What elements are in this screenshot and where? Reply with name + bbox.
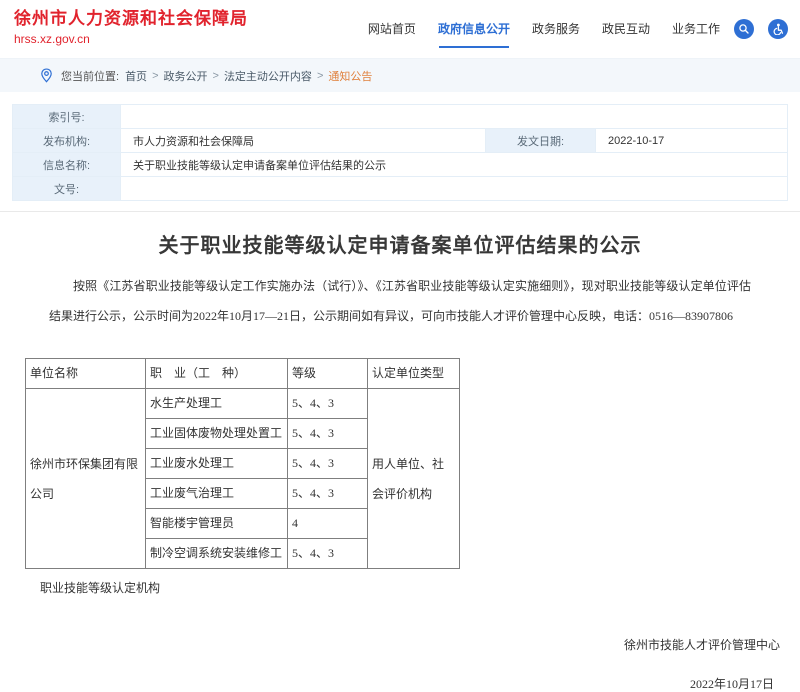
level-cell: 5、4、3: [288, 539, 368, 569]
occupation-cell: 工业废气治理工: [146, 479, 288, 509]
occupation-cell: 制冷空调系统安装维修工: [146, 539, 288, 569]
occupation-cell: 水生产处理工: [146, 389, 288, 419]
level-cell: 5、4、3: [288, 419, 368, 449]
nav-item-services[interactable]: 政务服务: [532, 20, 580, 39]
signature-org: 徐州市技能人才评价管理中心: [0, 636, 800, 653]
signature-date: 2022年10月17日: [0, 675, 800, 692]
nav-item-business[interactable]: 业务工作: [672, 20, 720, 39]
breadcrumb-item-notices[interactable]: 通知公告: [328, 68, 372, 84]
breadcrumb-item-gov-open[interactable]: 政务公开: [164, 68, 208, 84]
meta-publisher-value: 市人力资源和社会保障局: [121, 129, 486, 153]
document-meta: 索引号: 发布机构: 市人力资源和社会保障局 发文日期: 2022-10-17 …: [0, 92, 800, 201]
site-header: 徐州市人力资源和社会保障局 hrss.xz.gov.cn 网站首页 政府信息公开…: [0, 0, 800, 58]
search-icon: [738, 23, 750, 35]
meta-table: 索引号: 发布机构: 市人力资源和社会保障局 发文日期: 2022-10-17 …: [12, 104, 788, 201]
meta-publisher-label: 发布机构:: [13, 129, 121, 153]
occupation-cell: 工业废水处理工: [146, 449, 288, 479]
unit-name-cell: 徐州市环保集团有限公司: [26, 389, 146, 569]
level-cell: 5、4、3: [288, 389, 368, 419]
meta-row-index: 索引号:: [13, 105, 788, 129]
level-cell: 4: [288, 509, 368, 539]
level-cell: 5、4、3: [288, 449, 368, 479]
table-row: 徐州市环保集团有限公司 水生产处理工 5、4、3 用人单位、社会评价机构: [26, 389, 460, 419]
meta-docnum-label: 文号:: [13, 177, 121, 201]
col-header-unit-name: 单位名称: [26, 359, 146, 389]
accessibility-icon: [772, 23, 784, 35]
article-title: 关于职业技能等级认定申请备案单位评估结果的公示: [40, 229, 760, 258]
breadcrumb-prefix: 您当前位置:: [61, 68, 119, 84]
unit-type-cell: 用人单位、社会评价机构: [368, 389, 460, 569]
meta-date-label: 发文日期:: [486, 129, 596, 153]
top-nav: 网站首页 政府信息公开 政务服务 政民互动 业务工作: [346, 0, 788, 58]
nav-item-interaction[interactable]: 政民互动: [602, 20, 650, 39]
site-name: 徐州市人力资源和社会保障局: [14, 9, 248, 29]
location-pin-icon: [40, 68, 53, 83]
breadcrumb: 您当前位置: 首页 > 政务公开 > 法定主动公开内容 > 通知公告: [0, 58, 800, 92]
meta-date-value: 2022-10-17: [596, 129, 788, 153]
site-brand: 徐州市人力资源和社会保障局 hrss.xz.gov.cn: [14, 9, 248, 46]
table-header-row: 单位名称 职 业（工 种） 等级 认定单位类型: [26, 359, 460, 389]
nav-item-gov-info[interactable]: 政府信息公开: [438, 20, 510, 39]
meta-row-docnum: 文号:: [13, 177, 788, 201]
search-button[interactable]: [734, 19, 754, 39]
occupation-cell: 智能楼宇管理员: [146, 509, 288, 539]
meta-name-value: 关于职业技能等级认定申请备案单位评估结果的公示: [121, 153, 788, 177]
occupation-cell: 工业固体废物处理处置工: [146, 419, 288, 449]
meta-name-label: 信息名称:: [13, 153, 121, 177]
breadcrumb-separator: >: [152, 70, 158, 82]
accessibility-button[interactable]: [768, 19, 788, 39]
site-url: hrss.xz.gov.cn: [14, 32, 248, 46]
meta-index-value: [121, 105, 788, 129]
col-header-occupation: 职 业（工 种）: [146, 359, 288, 389]
table-note: 职业技能等级认定机构: [40, 579, 800, 596]
level-cell: 5、4、3: [288, 479, 368, 509]
meta-index-label: 索引号:: [13, 105, 121, 129]
breadcrumb-separator: >: [213, 70, 219, 82]
col-header-level: 等级: [288, 359, 368, 389]
breadcrumb-separator: >: [317, 70, 323, 82]
breadcrumb-item-home[interactable]: 首页: [125, 68, 147, 84]
article-paragraph: 按照《江苏省职业技能等级认定工作实施办法（试行）》、《江苏省职业技能等级认定实施…: [49, 271, 751, 331]
nav-item-home[interactable]: 网站首页: [368, 20, 416, 39]
meta-row-name: 信息名称: 关于职业技能等级认定申请备案单位评估结果的公示: [13, 153, 788, 177]
article: 关于职业技能等级认定申请备案单位评估结果的公示 按照《江苏省职业技能等级认定工作…: [0, 211, 800, 692]
signature-block: 徐州市技能人才评价管理中心 2022年10月17日: [0, 636, 800, 692]
assessment-table: 单位名称 职 业（工 种） 等级 认定单位类型 徐州市环保集团有限公司 水生产处…: [25, 358, 460, 569]
col-header-unit-type: 认定单位类型: [368, 359, 460, 389]
breadcrumb-item-statutory[interactable]: 法定主动公开内容: [224, 68, 312, 84]
meta-row-publisher: 发布机构: 市人力资源和社会保障局 发文日期: 2022-10-17: [13, 129, 788, 153]
meta-docnum-value: [121, 177, 788, 201]
